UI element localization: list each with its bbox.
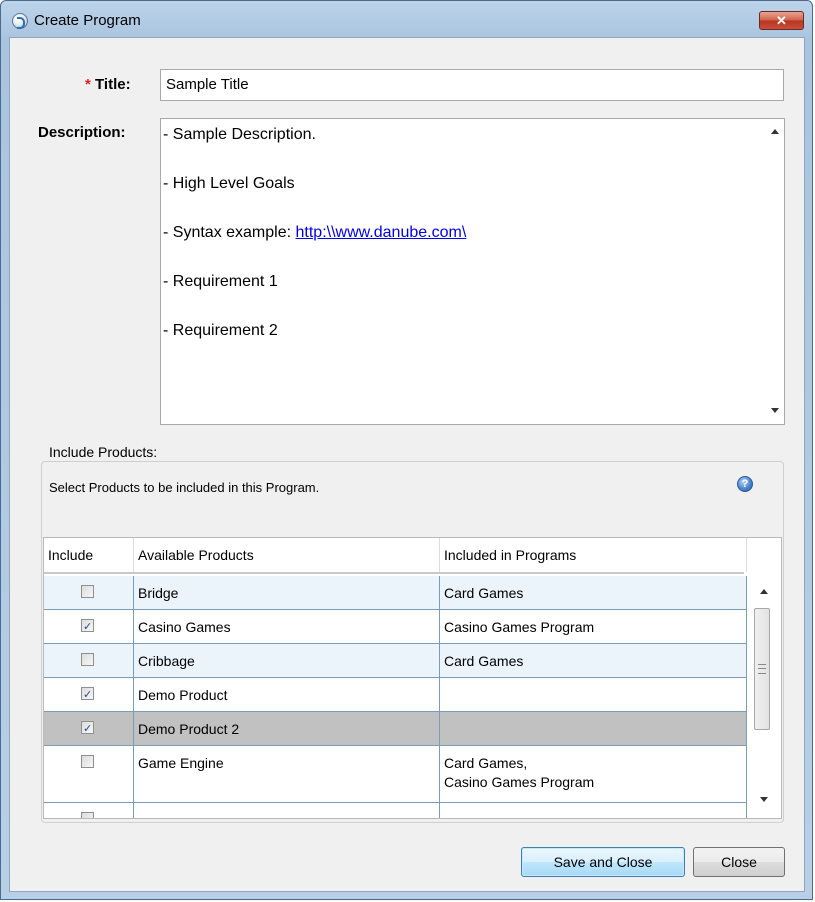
include-products-legend: Include Products: bbox=[47, 444, 160, 460]
table-header: Include Available Products Included in P… bbox=[44, 538, 747, 574]
include-checkbox[interactable] bbox=[81, 719, 94, 738]
include-checkbox[interactable] bbox=[81, 685, 94, 704]
close-button[interactable]: Close bbox=[693, 847, 785, 877]
product-name-cell bbox=[134, 803, 440, 818]
description-line-text: - High Level Goals bbox=[163, 175, 295, 192]
include-checkbox[interactable] bbox=[81, 617, 94, 636]
title-label: * Title: bbox=[85, 76, 131, 93]
table-row[interactable]: Demo Product 2 bbox=[44, 712, 747, 746]
table-row[interactable] bbox=[44, 803, 747, 818]
included-programs-cell bbox=[440, 712, 747, 745]
description-line: - Requirement 2 bbox=[163, 321, 758, 370]
dialog-body: * Title: Sample Title Description: - Sam… bbox=[9, 37, 805, 892]
description-line-text: - Sample Description. bbox=[163, 126, 316, 143]
column-header-included-in-programs[interactable]: Included in Programs bbox=[440, 538, 747, 572]
description-link[interactable]: http:\\www.danube.com\ bbox=[296, 224, 467, 241]
description-textarea[interactable]: - Sample Description. - High Level Goals -… bbox=[160, 118, 785, 425]
description-line: - Sample Description. bbox=[163, 125, 758, 174]
description-line-text: - Requirement 1 bbox=[163, 273, 278, 290]
include-cell bbox=[44, 746, 134, 802]
include-cell bbox=[44, 644, 134, 677]
title-input[interactable]: Sample Title bbox=[160, 69, 784, 101]
included-programs-cell: Card Games bbox=[440, 576, 747, 609]
include-checkbox[interactable] bbox=[81, 585, 94, 598]
product-name-cell: Bridge bbox=[134, 576, 440, 609]
scroll-down-icon[interactable] bbox=[771, 408, 779, 413]
include-cell bbox=[44, 678, 134, 711]
include-cell bbox=[44, 610, 134, 643]
include-products-hint: Select Products to be included in this P… bbox=[49, 480, 320, 495]
included-programs-cell bbox=[440, 678, 747, 711]
scroll-down-icon[interactable] bbox=[760, 797, 768, 802]
title-bar[interactable]: Create Program ✕ bbox=[1, 1, 812, 37]
product-name-cell: Game Engine bbox=[134, 746, 440, 802]
description-line: - Requirement 1 bbox=[163, 272, 758, 321]
include-checkbox[interactable] bbox=[81, 755, 94, 768]
description-line: - Syntax example: http:\\www.danube.com\ bbox=[163, 223, 758, 272]
scroll-up-icon[interactable] bbox=[760, 589, 768, 594]
description-line: - High Level Goals bbox=[163, 174, 758, 223]
description-scrollbar[interactable] bbox=[767, 119, 784, 424]
table-row[interactable]: Game Engine Card Games, Casino Games Prog… bbox=[44, 746, 747, 803]
product-name-cell: Cribbage bbox=[134, 644, 440, 677]
description-line-text: - Syntax example: bbox=[163, 224, 296, 241]
program-app-icon bbox=[12, 13, 28, 29]
table-row[interactable]: Cribbage Card Games bbox=[44, 644, 747, 678]
products-table: Include Available Products Included in P… bbox=[43, 537, 782, 819]
include-cell bbox=[44, 712, 134, 745]
description-line-text: - Requirement 2 bbox=[163, 322, 278, 339]
product-name-cell: Demo Product bbox=[134, 678, 440, 711]
table-body: BridgeCard GamesCasino GamesCasino Games… bbox=[44, 576, 747, 818]
include-checkbox[interactable] bbox=[81, 812, 94, 818]
table-row[interactable]: Demo Product bbox=[44, 678, 747, 712]
grip-icon bbox=[758, 664, 766, 674]
close-icon[interactable]: ✕ bbox=[759, 11, 804, 30]
column-header-include[interactable]: Include bbox=[44, 538, 134, 572]
included-programs-cell: Casino Games Program bbox=[440, 610, 747, 643]
scrollbar-thumb[interactable] bbox=[754, 608, 770, 730]
description-content: - Sample Description. - High Level Goals -… bbox=[163, 125, 758, 370]
column-header-available-products[interactable]: Available Products bbox=[134, 538, 440, 572]
table-scrollbar[interactable] bbox=[747, 576, 781, 818]
include-cell bbox=[44, 803, 134, 818]
product-name-cell: Casino Games bbox=[134, 610, 440, 643]
product-name-cell: Demo Product 2 bbox=[134, 712, 440, 745]
table-row[interactable]: Casino GamesCasino Games Program bbox=[44, 610, 747, 644]
include-cell bbox=[44, 576, 134, 609]
included-programs-cell bbox=[440, 803, 747, 818]
table-row[interactable]: Bridge Card Games bbox=[44, 576, 747, 610]
included-programs-cell: Card Games, Casino Games Program bbox=[440, 746, 747, 802]
description-label: Description: bbox=[38, 124, 126, 141]
create-program-dialog: Create Program ✕ * Title: Sample Title D… bbox=[0, 0, 813, 900]
required-marker: * bbox=[85, 76, 91, 93]
scroll-up-icon[interactable] bbox=[771, 129, 779, 134]
window-title: Create Program bbox=[34, 12, 141, 29]
included-programs-cell: Card Games bbox=[440, 644, 747, 677]
include-checkbox[interactable] bbox=[81, 653, 94, 666]
save-and-close-button[interactable]: Save and Close bbox=[521, 847, 685, 877]
help-icon[interactable]: ? bbox=[737, 476, 753, 492]
